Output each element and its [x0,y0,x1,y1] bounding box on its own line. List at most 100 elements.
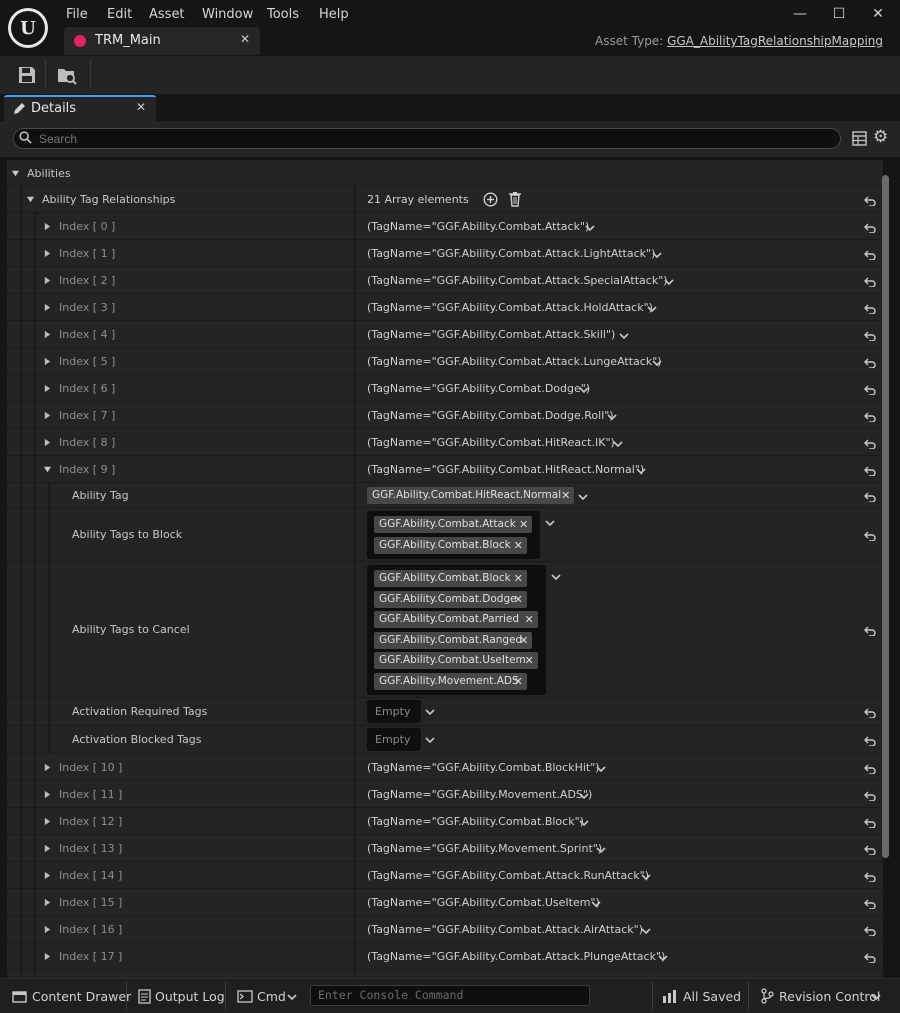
activation-required-tags-dropdown-icon[interactable] [425,707,435,717]
reset-to-default-icon[interactable] [864,194,876,206]
expand-element-icon[interactable] [43,249,52,258]
menu-help[interactable]: Help [319,7,349,22]
element-dropdown-chevron-icon[interactable] [579,385,589,395]
element-dropdown-chevron-icon[interactable] [596,845,606,855]
reset-to-default-icon[interactable] [864,624,876,636]
tag-chip[interactable]: GGF.Ability.Combat.UseItem ✕ [374,652,538,669]
reset-to-default-icon[interactable] [864,816,876,828]
remove-tag-icon[interactable]: ✕ [514,591,523,608]
collapse-element-icon[interactable] [43,465,52,474]
reset-to-default-icon[interactable] [864,410,876,422]
reset-to-default-icon[interactable] [864,329,876,341]
remove-tag-icon[interactable]: ✕ [561,487,570,504]
reset-to-default-icon[interactable] [864,248,876,260]
element-dropdown-chevron-icon[interactable] [658,953,668,963]
collapse-array-icon[interactable] [26,195,35,204]
element-dropdown-chevron-icon[interactable] [641,926,651,936]
element-dropdown-chevron-icon[interactable] [664,277,674,287]
expand-element-icon[interactable] [43,276,52,285]
browse-to-asset-icon[interactable] [57,65,77,85]
reset-to-default-icon[interactable] [864,762,876,774]
reset-to-default-icon[interactable] [864,302,876,314]
element-dropdown-chevron-icon[interactable] [647,304,657,314]
reset-to-default-icon[interactable] [864,529,876,541]
element-dropdown-chevron-icon[interactable] [579,791,589,801]
content-drawer-button[interactable]: Content Drawer [32,986,131,1007]
remove-tag-icon[interactable]: ✕ [514,673,523,690]
close-window-icon[interactable]: ✕ [868,5,888,23]
element-dropdown-chevron-icon[interactable] [619,331,629,341]
element-dropdown-chevron-icon[interactable] [652,358,662,368]
expand-element-icon[interactable] [43,411,52,420]
remove-tag-icon[interactable]: ✕ [525,611,534,628]
maximize-icon[interactable]: ☐ [829,5,849,23]
console-input[interactable]: Enter Console Command [310,985,590,1006]
menu-file[interactable]: File [66,7,88,22]
reset-to-default-icon[interactable] [864,870,876,882]
expand-element-icon[interactable] [43,952,52,961]
reset-to-default-icon[interactable] [864,275,876,287]
reset-to-default-icon[interactable] [864,951,876,963]
settings-gear-icon[interactable]: ⚙ [873,127,888,147]
remove-tag-icon[interactable]: ✕ [514,570,523,587]
collapse-category-icon[interactable] [11,169,20,178]
expand-element-icon[interactable] [43,844,52,853]
ability-tags-to-cancel-dropdown-icon[interactable] [551,572,561,582]
activation-blocked-tags-empty[interactable]: Empty [367,728,421,751]
element-dropdown-chevron-icon[interactable] [635,466,646,476]
reset-to-default-icon[interactable] [864,897,876,909]
reset-to-default-icon[interactable] [864,356,876,368]
expand-element-icon[interactable] [43,222,52,231]
ability-tags-to-block-dropdown-icon[interactable] [545,518,555,528]
tag-chip[interactable]: GGF.Ability.Combat.Dodge ✕ [374,590,527,608]
element-dropdown-chevron-icon[interactable] [641,872,651,882]
asset-tab[interactable]: TRM_Main ✕ [64,27,260,55]
reset-to-default-icon[interactable] [864,490,876,502]
menu-edit[interactable]: Edit [107,7,132,22]
scrollbar-thumb[interactable] [882,175,889,858]
ability-tag-dropdown-icon[interactable] [578,492,588,502]
reset-to-default-icon[interactable] [864,437,876,449]
remove-tag-icon[interactable]: ✕ [514,537,523,554]
element-dropdown-chevron-icon[interactable] [585,223,595,233]
activation-blocked-tags-dropdown-icon[interactable] [425,735,435,745]
element-dropdown-chevron-icon[interactable] [607,412,617,422]
element-dropdown-chevron-icon[interactable] [613,439,623,449]
close-details-icon[interactable]: ✕ [136,100,146,114]
reset-to-default-icon[interactable] [864,464,876,476]
delete-all-icon[interactable] [508,191,522,207]
remove-tag-icon[interactable]: ✕ [519,516,528,533]
expand-element-icon[interactable] [43,763,52,772]
ability-tag-chip[interactable]: GGF.Ability.Combat.HitReact.Normal ✕ [367,487,575,504]
element-dropdown-chevron-icon[interactable] [596,764,606,774]
element-dropdown-chevron-icon[interactable] [579,818,589,828]
expand-element-icon[interactable] [43,898,52,907]
remove-tag-icon[interactable]: ✕ [519,632,528,649]
expand-element-icon[interactable] [43,438,52,447]
element-dropdown-chevron-icon[interactable] [652,250,662,260]
tag-chip[interactable]: GGF.Ability.Combat.Ranged ✕ [374,631,533,649]
expand-element-icon[interactable] [43,790,52,799]
cmd-selector[interactable]: Cmd [257,986,286,1007]
reset-to-default-icon[interactable] [864,706,876,718]
tag-chip[interactable]: GGF.Ability.Combat.Parried ✕ [374,611,538,628]
expand-element-icon[interactable] [43,817,52,826]
close-tab-icon[interactable]: ✕ [240,32,250,46]
reset-to-default-icon[interactable] [864,221,876,233]
expand-element-icon[interactable] [43,357,52,366]
menu-window[interactable]: Window [202,7,253,22]
menu-tools[interactable]: Tools [267,7,299,22]
tag-chip[interactable]: GGF.Ability.Combat.Block ✕ [374,570,527,587]
save-icon[interactable] [17,65,37,85]
tag-chip[interactable]: GGF.Ability.Combat.Attack ✕ [374,516,533,533]
expand-element-icon[interactable] [43,330,52,339]
reset-to-default-icon[interactable] [864,789,876,801]
reset-to-default-icon[interactable] [864,734,876,746]
reset-to-default-icon[interactable] [864,383,876,395]
menu-asset[interactable]: Asset [149,7,185,22]
expand-element-icon[interactable] [43,871,52,880]
revision-control-button[interactable]: Revision Control [779,986,880,1007]
element-dropdown-chevron-icon[interactable] [590,899,601,909]
reset-to-default-icon[interactable] [864,843,876,855]
expand-element-icon[interactable] [43,384,52,393]
